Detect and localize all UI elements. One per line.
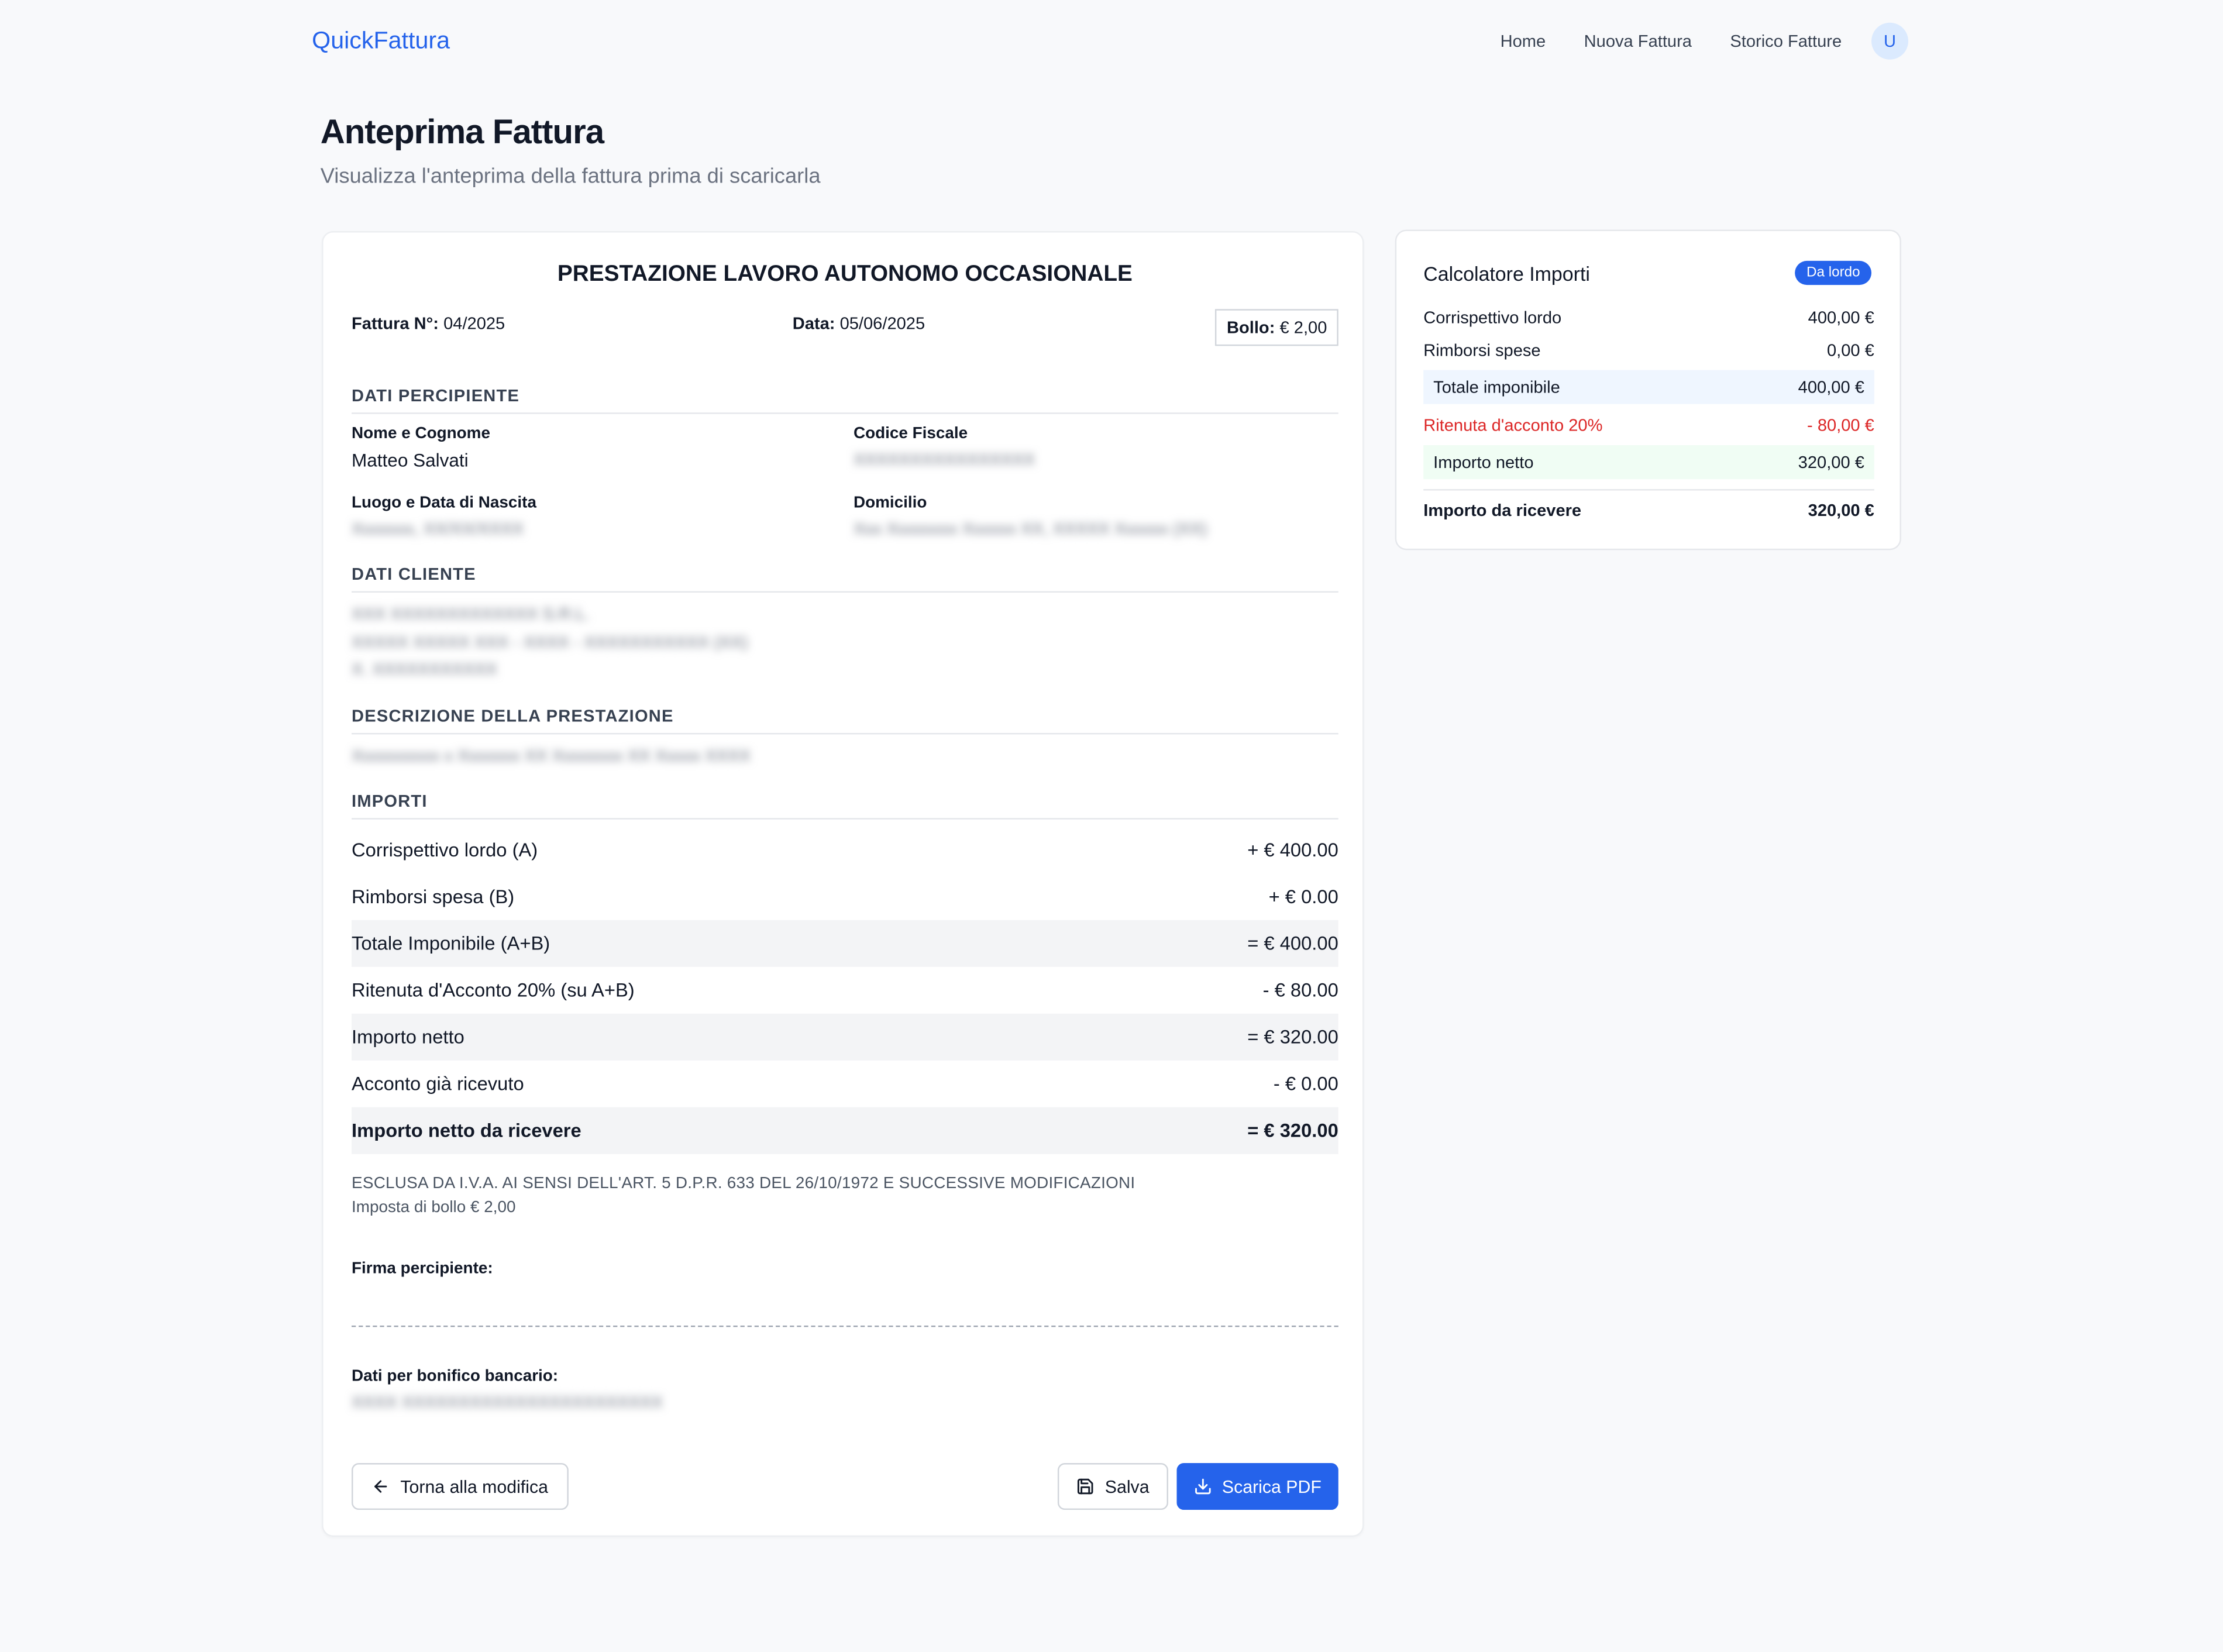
download-icon — [1193, 1477, 1212, 1496]
amount-calculator-card: Calcolatore Importi Da lordo Corrispetti… — [1395, 229, 1901, 550]
calc-label: Ritenuta d'acconto 20% — [1423, 415, 1603, 436]
calc-value: 320,00 € — [1808, 500, 1874, 521]
calc-row-rimborsi: Rimborsi spese 0,00 € — [1423, 340, 1874, 360]
calc-value: 0,00 € — [1826, 340, 1874, 360]
invoice-title: PRESTAZIONE LAVORO AUTONOMO OCCASIONALE — [557, 262, 1133, 287]
calc-row-da-ricevere: Importo da ricevere 320,00 € — [1423, 500, 1874, 520]
invoice-number-value: 04/2025 — [443, 313, 505, 333]
calc-row-imponibile: Totale imponibile 400,00 € — [1423, 370, 1874, 404]
bollo-value: € 2,00 — [1279, 317, 1327, 338]
section-dati-percipiente: DATI PERCIPIENTE — [352, 386, 1338, 414]
invoice-date-value: 05/06/2025 — [839, 313, 925, 333]
codice-fiscale-label: Codice Fiscale — [853, 425, 968, 443]
invoice-preview-card: PRESTAZIONE LAVORO AUTONOMO OCCASIONALE … — [322, 231, 1364, 1537]
invoice-number-label: Fattura N°: — [352, 313, 439, 333]
amount-value: = € 320.00 — [1247, 1120, 1338, 1141]
amount-value: = € 400.00 — [1247, 932, 1338, 955]
domicile-redacted: Xxx Xxxxxxxx Xxxxxx XX, XXXXX Xxxxxx (XX… — [853, 519, 1207, 539]
client-redacted-line-1: XXX XXXXXXXXXXXXX S.R.L. — [352, 604, 590, 624]
amount-label: Corrispettivo lordo (A) — [352, 839, 538, 861]
invoice-number: Fattura N°: 04/2025 — [352, 314, 505, 333]
section-dati-cliente: DATI CLIENTE — [352, 565, 1338, 593]
amount-label: Importo netto — [352, 1026, 464, 1048]
section-importi: IMPORTI — [352, 791, 1338, 820]
birth-label: Luogo e Data di Nascita — [352, 494, 536, 512]
bollo-label: Bollo: — [1227, 317, 1275, 338]
amount-row-total: Importo netto da ricevere = € 320.00 — [352, 1107, 1338, 1154]
user-avatar[interactable]: U — [1871, 22, 1909, 60]
back-to-edit-label: Torna alla modifica — [400, 1477, 548, 1497]
amount-value: - € 80.00 — [1262, 979, 1338, 1001]
top-nav: QuickFattura Home Nuova Fattura Storico … — [0, 0, 2223, 85]
amount-label: Rimborsi spesa (B) — [352, 886, 515, 908]
amounts-table: Corrispettivo lordo (A) + € 400.00 Rimbo… — [352, 827, 1338, 1154]
nav-link-storico-fatture[interactable]: Storico Fatture — [1730, 23, 1842, 60]
iban-redacted: XXXX XXXXXXXXXXXXXXXXXXXXXXX — [352, 1392, 663, 1412]
amount-value: + € 0.00 — [1268, 886, 1338, 908]
mode-badge[interactable]: Da lordo — [1795, 260, 1872, 285]
page-title: Anteprima Fattura — [320, 113, 604, 152]
invoice-date: Data: 05/06/2025 — [793, 314, 925, 333]
save-icon — [1076, 1477, 1095, 1496]
name-value: Matteo Salvati — [352, 449, 469, 471]
bollo-box: Bollo: € 2,00 — [1215, 309, 1338, 346]
domicile-label: Domicilio — [853, 494, 927, 512]
client-redacted-line-2: XXXXX XXXXX XXX - XXXX - XXXXXXXXXXX (XX… — [352, 632, 748, 652]
calc-row-ritenuta: Ritenuta d'acconto 20% - 80,00 € — [1423, 415, 1874, 435]
calc-label: Importo netto — [1433, 452, 1534, 473]
back-to-edit-button[interactable]: Torna alla modifica — [352, 1463, 569, 1510]
description-redacted: Xxxxxxxxxx x Xxxxxxx XX Xxxxxxxx XX Xxxx… — [352, 745, 751, 766]
signature-label: Firma percipiente: — [352, 1260, 493, 1278]
save-button[interactable]: Salva — [1057, 1463, 1168, 1510]
amount-row: Rimborsi spesa (B) + € 0.00 — [352, 873, 1338, 920]
amount-label: Totale Imponibile (A+B) — [352, 932, 550, 955]
nav-link-home[interactable]: Home — [1501, 23, 1546, 60]
amount-row: Corrispettivo lordo (A) + € 400.00 — [352, 827, 1338, 873]
calc-value: - 80,00 € — [1807, 415, 1874, 436]
nav-link-nuova-fattura[interactable]: Nuova Fattura — [1584, 23, 1692, 60]
calc-label: Corrispettivo lordo — [1423, 307, 1562, 328]
birth-redacted: Xxxxxxx, XX/XX/XXXX — [352, 519, 524, 539]
nav-links: Home Nuova Fattura Storico Fatture U — [1462, 22, 1909, 60]
amount-value: - € 0.00 — [1273, 1073, 1338, 1095]
page-subtitle: Visualizza l'anteprima della fattura pri… — [320, 164, 821, 189]
arrow-left-icon — [372, 1477, 391, 1496]
amount-row: Importo netto = € 320.00 — [352, 1013, 1338, 1061]
amount-label: Importo netto da ricevere — [352, 1120, 581, 1141]
save-label: Salva — [1104, 1477, 1150, 1497]
invoice-date-label: Data: — [792, 313, 835, 333]
amount-row: Acconto già ricevuto - € 0.00 — [352, 1061, 1338, 1107]
amount-label: Acconto già ricevuto — [352, 1073, 524, 1095]
codice-fiscale-redacted: XXXXXXXXXXXXXXXX — [853, 449, 1035, 470]
amount-value: = € 320.00 — [1247, 1026, 1338, 1048]
bank-transfer-label: Dati per bonifico bancario: — [352, 1368, 559, 1385]
bollo-note: Imposta di bollo € 2,00 — [352, 1199, 516, 1217]
calc-value: 400,00 € — [1808, 307, 1874, 328]
name-label: Nome e Cognome — [352, 425, 490, 443]
signature-line — [352, 1325, 1338, 1327]
section-descrizione: DESCRIZIONE DELLA PRESTAZIONE — [352, 706, 1338, 735]
calc-label: Importo da ricevere — [1423, 500, 1582, 521]
calculator-title: Calcolatore Importi — [1423, 262, 1590, 285]
calc-value: 320,00 € — [1798, 452, 1864, 473]
amount-label: Ritenuta d'Acconto 20% (su A+B) — [352, 979, 635, 1001]
calc-value: 400,00 € — [1798, 377, 1864, 397]
calc-divider — [1423, 489, 1874, 491]
client-redacted-line-3: X. XXXXXXXXXXX — [352, 659, 497, 679]
brand-logo[interactable]: QuickFattura — [312, 27, 450, 55]
amount-value: + € 400.00 — [1247, 839, 1338, 861]
calc-label: Rimborsi spese — [1423, 340, 1541, 360]
amount-row: Totale Imponibile (A+B) = € 400.00 — [352, 920, 1338, 967]
download-pdf-button[interactable]: Scarica PDF — [1176, 1463, 1338, 1510]
calc-label: Totale imponibile — [1433, 377, 1560, 397]
amount-row: Ritenuta d'Acconto 20% (su A+B) - € 80.0… — [352, 967, 1338, 1014]
download-pdf-label: Scarica PDF — [1221, 1477, 1322, 1497]
calc-row-netto: Importo netto 320,00 € — [1423, 445, 1874, 480]
calc-row-lordo: Corrispettivo lordo 400,00 € — [1423, 308, 1874, 328]
iva-exemption-note: ESCLUSA DA I.V.A. AI SENSI DELL'ART. 5 D… — [352, 1175, 1135, 1193]
